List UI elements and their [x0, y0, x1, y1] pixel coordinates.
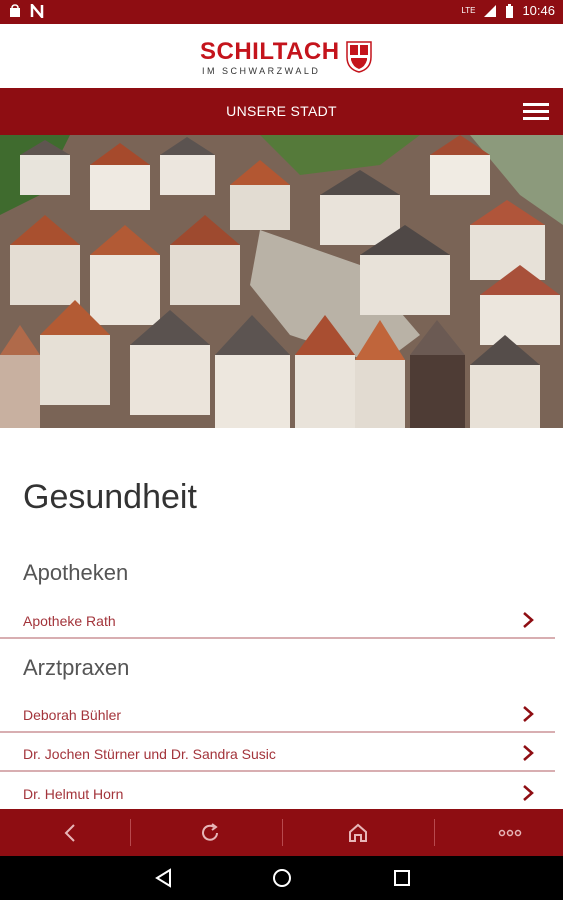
- coat-of-arms-icon: [346, 41, 372, 73]
- refresh-button[interactable]: [140, 809, 280, 856]
- divider: [0, 731, 555, 733]
- back-button[interactable]: [0, 809, 140, 856]
- more-button[interactable]: [440, 809, 563, 856]
- notification-n-icon: [30, 4, 44, 18]
- page-title: Gesundheit: [23, 478, 197, 516]
- logo-wordmark: SCHILTACH: [200, 38, 340, 65]
- chevron-right-icon: [523, 785, 534, 801]
- back-icon: [64, 823, 75, 842]
- refresh-icon: [202, 822, 218, 841]
- list-item-label: Deborah Bühler: [23, 707, 122, 723]
- divider: [282, 819, 283, 846]
- chevron-right-icon: [523, 745, 534, 761]
- signal-icon: [484, 4, 497, 17]
- clock: 10:46: [522, 3, 555, 18]
- recents-square-icon[interactable]: [390, 866, 414, 890]
- system-nav-bar: [0, 856, 563, 900]
- divider: [0, 770, 555, 772]
- home-circle-icon[interactable]: [270, 866, 294, 890]
- home-icon: [349, 823, 367, 842]
- divider: [130, 819, 131, 846]
- list-item[interactable]: Deborah Bühler: [0, 695, 555, 733]
- back-triangle-icon[interactable]: [152, 866, 176, 890]
- divider: [434, 819, 435, 846]
- divider: [0, 637, 555, 639]
- section-heading-arztpraxen: Arztpraxen: [23, 655, 130, 680]
- list-item-label: Apotheke Rath: [23, 613, 116, 629]
- town-aerial-photo: [0, 135, 563, 428]
- list-item[interactable]: Apotheke Rath: [0, 601, 555, 639]
- menu-icon[interactable]: [523, 101, 549, 123]
- list-item-label: Dr. Helmut Horn: [23, 786, 124, 802]
- logo-tagline: IM SCHWARZWALD: [202, 66, 321, 76]
- list-item[interactable]: Dr. Jochen Stürner und Dr. Sandra Susic: [0, 734, 555, 772]
- schiltach-logo[interactable]: SCHILTACH IM SCHWARZWALD: [200, 38, 375, 80]
- status-bar: LTE 10:46: [0, 0, 563, 24]
- battery-icon: [506, 3, 514, 18]
- logo-header: SCHILTACH IM SCHWARZWALD: [0, 24, 563, 88]
- hero-image: [0, 135, 563, 428]
- chevron-right-icon: [523, 706, 534, 722]
- home-button[interactable]: [288, 809, 428, 856]
- notification-bag-icon: [10, 4, 20, 17]
- chevron-right-icon: [523, 612, 534, 628]
- bottom-app-bar: [0, 809, 563, 856]
- signal-label: LTE: [461, 6, 476, 15]
- main-content: Gesundheit Apotheken Apotheke Rath Arztp…: [0, 428, 563, 809]
- list-item[interactable]: Dr. Helmut Horn: [0, 774, 555, 809]
- more-icon: [498, 829, 522, 836]
- top-nav-bar: UNSERE STADT: [0, 88, 563, 135]
- list-item-label: Dr. Jochen Stürner und Dr. Sandra Susic: [23, 746, 276, 762]
- section-heading-apotheken: Apotheken: [23, 560, 129, 585]
- nav-title: UNSERE STADT: [226, 103, 337, 119]
